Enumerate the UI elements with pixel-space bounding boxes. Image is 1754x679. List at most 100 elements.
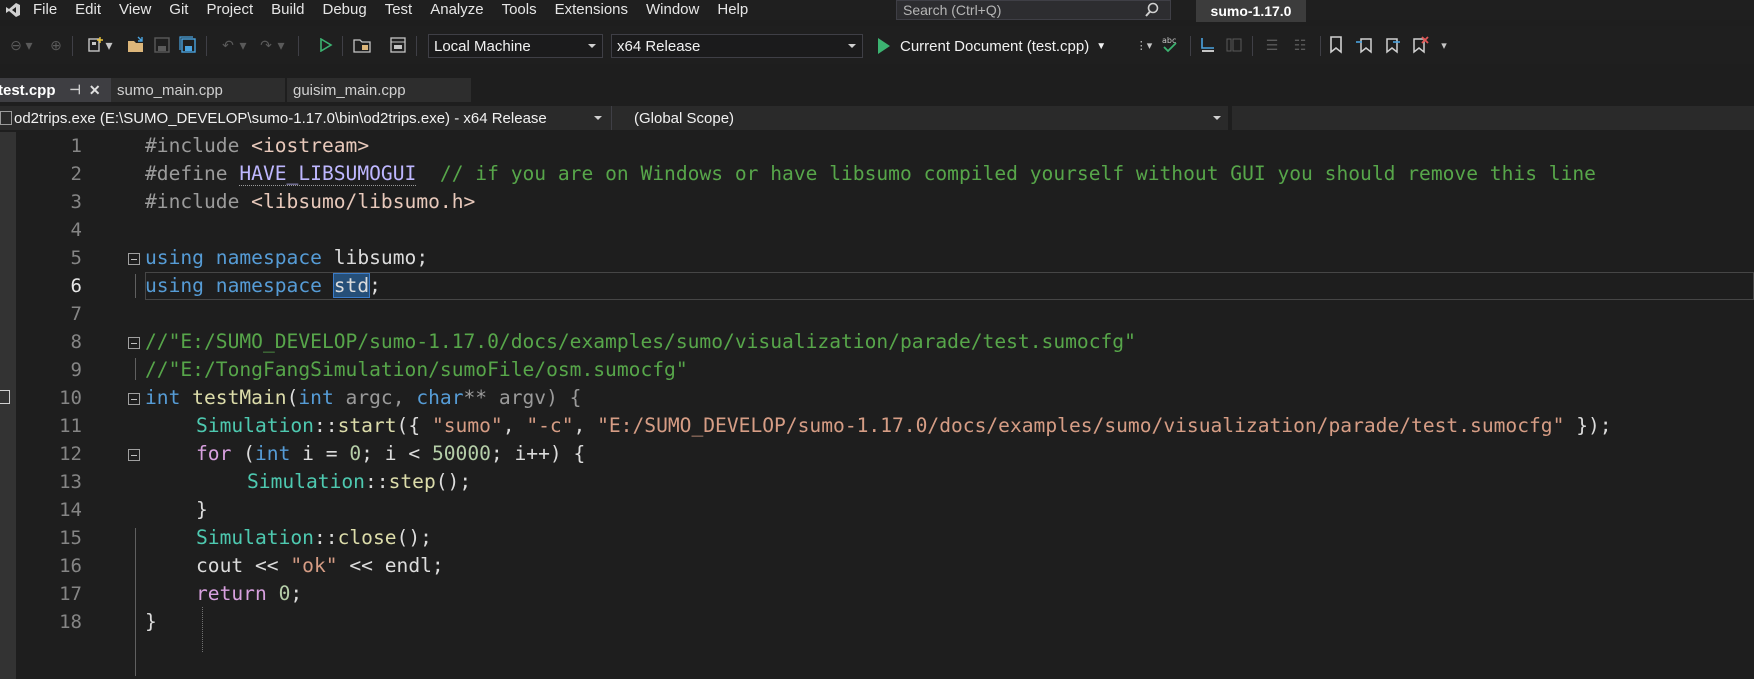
collapse-icon[interactable] — [128, 337, 140, 349]
save-icon[interactable] — [152, 35, 172, 55]
current-line-highlight — [145, 272, 1754, 300]
solution-name[interactable]: sumo-1.17.0 — [1196, 0, 1306, 22]
save-all-icon[interactable] — [178, 35, 198, 55]
navigate-back-icon[interactable]: ⊖ — [6, 35, 26, 55]
uncomment-lines-icon[interactable]: ☷ — [1290, 35, 1310, 55]
new-item-dropdown-icon[interactable]: ▾ — [104, 35, 114, 55]
undo-icon[interactable]: ↶ — [218, 35, 238, 55]
previous-bookmark-icon[interactable] — [1354, 35, 1374, 55]
project-select[interactable]: od2trips.exe (E:\SUMO_DEVELOP\sumo-1.17.… — [0, 106, 612, 130]
toggle-bookmark-icon[interactable] — [1326, 35, 1346, 55]
line-number: 8 — [70, 331, 82, 353]
back-dropdown-icon[interactable]: ▾ — [24, 35, 34, 55]
spell-check-icon[interactable]: abc — [1160, 35, 1180, 55]
show-next-statement-icon[interactable] — [1224, 35, 1244, 55]
code-line-2[interactable]: 2 #define HAVE_LIBSUMOGUI // if you are … — [0, 160, 1754, 188]
tab-guisim-main-cpp[interactable]: guisim_main.cpp — [287, 78, 471, 102]
scope-select[interactable]: (Global Scope) — [612, 106, 1228, 130]
run-dropdown-icon[interactable]: ▼ — [1096, 41, 1106, 52]
configuration-value: x64 Release — [617, 37, 701, 55]
menu-file[interactable]: File — [24, 0, 66, 20]
line-number: 3 — [70, 191, 82, 213]
bookmark-icon[interactable] — [0, 390, 10, 404]
line-number: 4 — [70, 219, 82, 241]
code-editor[interactable]: 1 #include <iostream> 2 #define HAVE_LIB… — [0, 132, 1754, 679]
menu-debug[interactable]: Debug — [314, 0, 376, 20]
menu-git[interactable]: Git — [160, 0, 197, 20]
search-placeholder: Search (Ctrl+Q) — [903, 2, 1002, 18]
redo-dropdown-icon[interactable]: ▾ — [276, 35, 286, 55]
tab-label: test.cpp — [0, 81, 56, 99]
line-number: 5 — [70, 247, 82, 269]
solution-explorer-icon[interactable] — [352, 35, 372, 55]
next-bookmark-icon[interactable] — [1382, 35, 1402, 55]
member-select[interactable] — [1232, 106, 1754, 130]
collapse-icon[interactable] — [128, 449, 140, 461]
tab-sumo-main-cpp[interactable]: sumo_main.cpp — [111, 78, 285, 102]
document-tab-bar: test.cpp ⊣ ✕ sumo_main.cpp guisim_main.c… — [0, 78, 1754, 102]
code-line-1[interactable]: 1 #include <iostream> — [0, 132, 1754, 160]
line-number: 10 — [59, 387, 82, 409]
tab-label: guisim_main.cpp — [293, 81, 406, 99]
menu-window[interactable]: Window — [637, 0, 708, 20]
code-line-18[interactable]: 18 } — [0, 608, 1754, 636]
code-line-9[interactable]: 9 //"E:/TongFangSimulation/sumoFile/osm.… — [0, 356, 1754, 384]
open-file-icon[interactable] — [126, 35, 146, 55]
navigate-forward-icon[interactable]: ⊕ — [46, 35, 66, 55]
code-line-14[interactable]: 14 } — [0, 496, 1754, 524]
chevron-down-icon — [848, 44, 856, 48]
menu-test[interactable]: Test — [376, 0, 422, 20]
step-into-specific-icon[interactable] — [1198, 35, 1218, 55]
menu-analyze[interactable]: Analyze — [421, 0, 492, 20]
tab-label: sumo_main.cpp — [117, 81, 223, 99]
code-line-15[interactable]: 15 Simulation::close(); — [0, 524, 1754, 552]
code-line-7[interactable]: 7 — [0, 300, 1754, 328]
toolbar-overflow-icon[interactable]: ⋮▾ — [1134, 35, 1154, 55]
selected-text[interactable]: std — [332, 273, 371, 298]
start-debugging-button[interactable]: Current Document (test.cpp) ▼ — [878, 34, 1106, 58]
redo-icon[interactable]: ↷ — [256, 35, 276, 55]
line-number: 7 — [70, 303, 82, 325]
collapse-icon[interactable] — [128, 253, 140, 265]
menu-view[interactable]: View — [110, 0, 160, 20]
code-line-16[interactable]: 16 cout << "ok" << endl; — [0, 552, 1754, 580]
new-project-icon[interactable] — [86, 35, 106, 55]
undo-dropdown-icon[interactable]: ▾ — [238, 35, 248, 55]
tab-test-cpp[interactable]: test.cpp ⊣ ✕ — [0, 78, 111, 102]
toolbar-options-icon[interactable]: ▾ — [1434, 35, 1454, 55]
code-line-10[interactable]: 10 int testMain(int argc, char** argv) { — [0, 384, 1754, 412]
menu-build[interactable]: Build — [262, 0, 313, 20]
clear-bookmarks-icon[interactable] — [1410, 35, 1430, 55]
code-line-12[interactable]: 12 for (int i = 0; i < 50000; i++) { — [0, 440, 1754, 468]
code-line-13[interactable]: 13 Simulation::step(); — [0, 468, 1754, 496]
menu-bar: File Edit View Git Project Build Debug T… — [0, 0, 1754, 20]
configuration-select[interactable]: x64 Release — [611, 34, 863, 58]
code-line-6[interactable]: 6 using namespace std; — [0, 272, 1754, 300]
code-line-8[interactable]: 8 //"E:/SUMO_DEVELOP/sumo-1.17.0/docs/ex… — [0, 328, 1754, 356]
code-line-11[interactable]: 11 Simulation::start({ "sumo", "-c", "E:… — [0, 412, 1754, 440]
menu-tools[interactable]: Tools — [493, 0, 546, 20]
collapse-icon[interactable] — [128, 393, 140, 405]
debug-target-select[interactable]: Local Machine — [428, 34, 603, 58]
search-input[interactable]: Search (Ctrl+Q) — [896, 0, 1171, 20]
code-line-5[interactable]: 5 using namespace libsumo; — [0, 244, 1754, 272]
menu-help[interactable]: Help — [708, 0, 757, 20]
search-icon[interactable] — [1144, 2, 1160, 21]
visual-studio-logo-icon[interactable] — [2, 0, 24, 20]
comment-lines-icon[interactable]: ☰ — [1262, 35, 1282, 55]
code-line-4[interactable]: 4 — [0, 216, 1754, 244]
menu-project[interactable]: Project — [197, 0, 262, 20]
line-number: 15 — [59, 527, 82, 549]
code-line-3[interactable]: 3 #include <libsumo/libsumo.h> — [0, 188, 1754, 216]
menu-extensions[interactable]: Extensions — [546, 0, 637, 20]
project-icon — [0, 111, 12, 125]
line-number: 6 — [70, 275, 82, 297]
line-number: 1 — [70, 135, 82, 157]
close-icon[interactable]: ✕ — [89, 82, 101, 99]
window-layout-icon[interactable] — [388, 35, 408, 55]
line-number: 2 — [70, 163, 82, 185]
code-line-17[interactable]: 17 return 0; — [0, 580, 1754, 608]
start-without-debugging-icon[interactable] — [316, 35, 336, 55]
menu-edit[interactable]: Edit — [66, 0, 110, 20]
pin-icon[interactable]: ⊣ — [70, 82, 81, 98]
